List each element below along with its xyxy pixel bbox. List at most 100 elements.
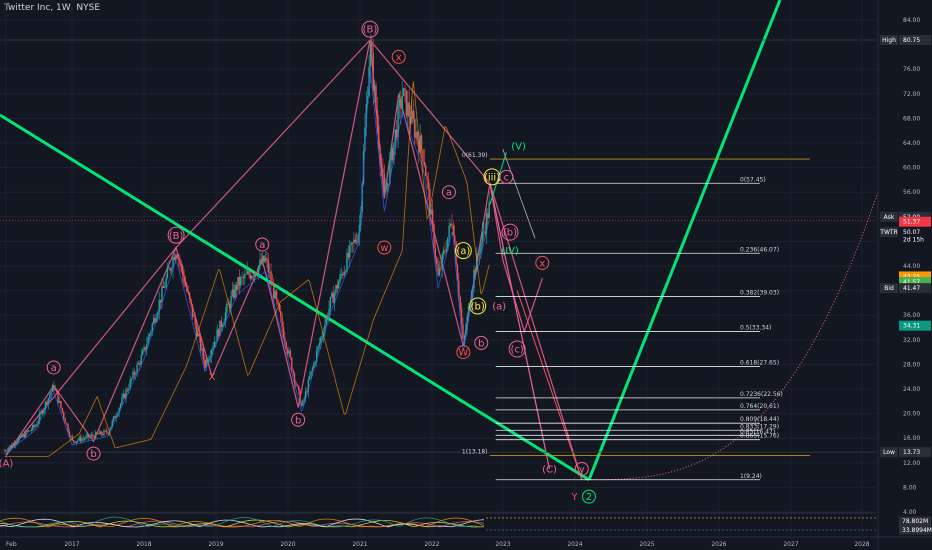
wave-label: b xyxy=(295,415,301,426)
candle-body xyxy=(122,394,125,398)
candle-body xyxy=(329,297,332,309)
candle-body xyxy=(451,223,453,226)
candle-body xyxy=(173,257,176,261)
candle-body xyxy=(141,350,144,356)
candle-body xyxy=(81,438,83,442)
candle-body xyxy=(56,389,58,393)
wave-count-line xyxy=(5,39,371,456)
candle-body xyxy=(487,213,489,219)
candle-body xyxy=(33,425,35,427)
wave-label: (b) xyxy=(471,301,485,312)
candle-body xyxy=(30,429,33,431)
candle-body xyxy=(231,289,234,296)
candle-body xyxy=(92,434,94,437)
candle-body xyxy=(350,242,352,246)
candle-body xyxy=(248,271,250,275)
candle-body xyxy=(273,283,275,299)
candle-body xyxy=(422,149,424,162)
candle-body xyxy=(325,316,327,325)
candle-body xyxy=(390,147,392,161)
candle-body xyxy=(20,435,23,437)
candle-body xyxy=(89,436,91,438)
candle-body xyxy=(275,291,278,300)
candle-body xyxy=(262,255,264,264)
candle-body xyxy=(404,88,406,91)
candle-body xyxy=(462,324,464,339)
candle-body xyxy=(423,161,426,166)
x-tick-label: 2020 xyxy=(280,541,295,548)
wave-label: (V) xyxy=(511,142,526,153)
candle-body xyxy=(241,277,243,278)
candle-body xyxy=(148,333,151,337)
candle-body xyxy=(10,445,13,447)
candle-body xyxy=(126,389,129,391)
candle-body xyxy=(288,350,290,354)
candle-body xyxy=(22,434,24,437)
candle-body xyxy=(159,299,162,303)
wave-label: b xyxy=(90,449,96,460)
candle-body xyxy=(100,431,102,435)
candle-body xyxy=(9,445,11,448)
x-tick-label: 2022 xyxy=(424,541,439,548)
x-tick-label: 2023 xyxy=(495,541,510,548)
wave-label: W xyxy=(458,348,468,359)
fib-level-label: 1(9.24) xyxy=(740,473,762,480)
indicator-tag-value: 78.802M xyxy=(902,518,928,525)
candle-body xyxy=(347,252,350,258)
y-tick-label: 64.00 xyxy=(903,140,920,147)
y-tick-label: 44.00 xyxy=(903,263,920,270)
candle-body xyxy=(202,348,205,360)
y-tick-label: 36.00 xyxy=(903,312,920,319)
candle-body xyxy=(135,373,137,375)
wave-label: a xyxy=(51,363,57,374)
candle-body xyxy=(309,376,311,380)
candle-body xyxy=(249,274,252,279)
candle-body xyxy=(114,416,116,419)
candle-body xyxy=(230,295,232,309)
candle-body xyxy=(190,299,192,305)
candle-body xyxy=(13,443,16,446)
projection-line xyxy=(516,290,583,480)
candle-body xyxy=(191,304,194,317)
y-tick-label: 56.00 xyxy=(903,189,920,196)
wave-label: (c) xyxy=(511,345,524,356)
candle-body xyxy=(17,438,20,443)
candle-body xyxy=(299,390,301,404)
y-tick-label: 68.00 xyxy=(903,115,920,122)
candle-body xyxy=(452,225,455,236)
candle-body xyxy=(371,43,373,54)
candle-body xyxy=(226,303,228,313)
wave-label: (B) xyxy=(169,231,184,242)
candle-body xyxy=(104,430,107,432)
candle-body xyxy=(259,259,261,266)
candlestick-series xyxy=(3,34,490,457)
price-tag-label: Low xyxy=(883,449,895,456)
wave-label: X xyxy=(209,372,216,383)
price-chart[interactable]: 0(61.39) 0(57.45) 0.236(46.07) 0.382(39.03)… xyxy=(0,0,932,550)
y-tick-label: 72.00 xyxy=(903,91,920,98)
candle-body xyxy=(380,164,383,169)
candle-body xyxy=(460,308,463,325)
fib-level-label: 0.618(27.65) xyxy=(740,360,779,367)
candle-body xyxy=(77,440,79,442)
price-tag-label: High xyxy=(882,37,896,44)
fib-level-label: 0.382(39.03) xyxy=(740,290,779,297)
candle-body xyxy=(440,268,442,270)
candle-body xyxy=(401,96,403,109)
x-tick-label: 2028 xyxy=(854,541,869,548)
volume-indicator-pane xyxy=(0,512,876,531)
candle-body xyxy=(165,277,167,288)
candle-body xyxy=(255,272,257,274)
candle-body xyxy=(151,323,154,332)
candle-body xyxy=(302,400,304,406)
candle-body xyxy=(268,271,271,273)
candle-body xyxy=(317,346,319,352)
candle-body xyxy=(12,443,14,447)
candle-body xyxy=(256,273,258,275)
x-tick-label: 2017 xyxy=(64,541,79,548)
candle-body xyxy=(238,276,240,286)
x-tick-label: 2025 xyxy=(639,541,654,548)
candle-body xyxy=(351,242,354,244)
wave-label: 2 xyxy=(586,492,592,503)
x-tick-label: 2019 xyxy=(208,541,223,548)
